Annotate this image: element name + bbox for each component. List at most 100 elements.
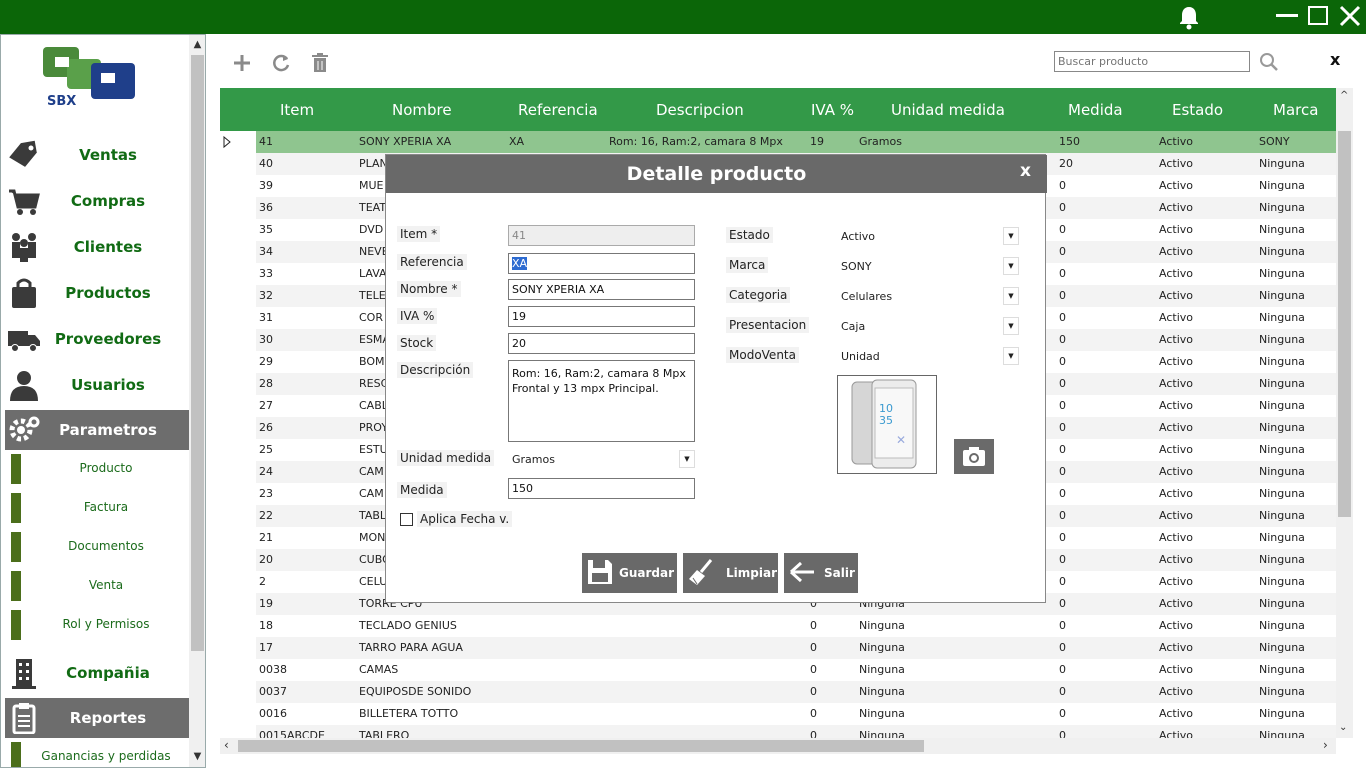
table-row[interactable]: 18 TECLADO GENIUS 0 Ninguna 0 Activo Ninguna	[220, 615, 1336, 637]
sidebar-item-reportes[interactable]: Reportes	[5, 698, 189, 738]
medida-field[interactable]: 150	[508, 478, 695, 499]
sidebar-item-clientes[interactable]: Clientes	[5, 227, 189, 267]
close-icon[interactable]	[1338, 4, 1362, 28]
chevron-down-icon[interactable]: ▼	[1003, 257, 1019, 275]
estado-select[interactable]: Activo ▼	[837, 225, 1019, 247]
column-header-unidad-medida[interactable]: Unidad medida	[891, 101, 1005, 119]
column-header-referencia[interactable]: Referencia	[518, 101, 598, 119]
column-header-nombre[interactable]: Nombre	[392, 101, 452, 119]
chevron-down-icon[interactable]: ▼	[1003, 227, 1019, 245]
row-header[interactable]	[220, 153, 256, 175]
row-header[interactable]	[220, 351, 256, 373]
descripcion-field[interactable]: Rom: 16, Ram:2, camara 8 Mpx Frontal y 1…	[508, 360, 695, 442]
row-header[interactable]	[220, 703, 256, 725]
column-header-iva[interactable]: IVA %	[811, 101, 854, 119]
row-header[interactable]	[220, 329, 256, 351]
minimize-icon[interactable]	[1276, 14, 1298, 17]
sidebar-subitem-rol-permisos[interactable]: Rol y Permisos	[11, 610, 189, 640]
chevron-down-icon[interactable]: ▼	[679, 450, 695, 468]
column-header-medida[interactable]: Medida	[1068, 101, 1123, 119]
categoria-select[interactable]: Celulares ▼	[837, 285, 1019, 307]
row-header[interactable]	[220, 681, 256, 703]
main-close-button[interactable]: x	[1330, 50, 1340, 69]
stock-field[interactable]: 20	[508, 333, 695, 354]
row-header[interactable]	[220, 197, 256, 219]
chevron-down-icon[interactable]: ▼	[1003, 317, 1019, 335]
sidebar-item-productos[interactable]: Productos	[5, 273, 189, 313]
row-header[interactable]	[220, 461, 256, 483]
row-header[interactable]	[220, 549, 256, 571]
table-row[interactable]: 17 TARRO PARA AGUA 0 Ninguna 0 Activo Ninguna	[220, 637, 1336, 659]
column-header-estado[interactable]: Estado	[1172, 101, 1223, 119]
search-icon[interactable]	[1259, 52, 1279, 72]
row-header[interactable]	[220, 219, 256, 241]
row-header[interactable]	[220, 131, 256, 153]
sidebar-item-compras[interactable]: Compras	[5, 181, 189, 221]
row-header[interactable]	[220, 659, 256, 681]
camera-button[interactable]	[954, 439, 994, 474]
row-header[interactable]	[220, 373, 256, 395]
sidebar-subitem-factura[interactable]: Factura	[11, 493, 189, 523]
table-row[interactable]: 41 SONY XPERIA XA XA Rom: 16, Ram:2, camara…	[220, 131, 1336, 153]
row-header[interactable]	[220, 263, 256, 285]
column-header-item[interactable]: Item	[280, 101, 314, 119]
grid-scroll-right-icon[interactable]: ›	[1323, 738, 1328, 752]
scroll-down-icon[interactable]: ▼	[189, 751, 205, 767]
row-header[interactable]	[220, 285, 256, 307]
row-header[interactable]	[220, 417, 256, 439]
iva-field[interactable]: 19	[508, 306, 695, 327]
row-header[interactable]	[220, 395, 256, 417]
row-header[interactable]	[220, 307, 256, 329]
search-input[interactable]	[1054, 51, 1250, 72]
sidebar-item-usuarios[interactable]: Usuarios	[5, 365, 189, 405]
sidebar-subitem-ganancias[interactable]: Ganancias y perdidas	[11, 742, 189, 767]
add-icon[interactable]	[231, 52, 253, 74]
column-header-descripcion[interactable]: Descripcion	[656, 101, 744, 119]
sidebar-item-parametros[interactable]: Parametros	[5, 410, 189, 450]
grid-scroll-left-icon[interactable]: ‹	[224, 738, 229, 752]
salir-button[interactable]: Salir	[784, 553, 858, 593]
grid-vertical-thumb[interactable]	[1338, 131, 1351, 517]
row-header[interactable]	[220, 615, 256, 637]
row-header[interactable]	[220, 527, 256, 549]
table-row[interactable]: 0037 EQUIPOSDE SONIDO 0 Ninguna 0 Activo Ningu…	[220, 681, 1336, 703]
bell-icon[interactable]	[1176, 4, 1202, 30]
chevron-down-icon[interactable]: ▼	[1003, 287, 1019, 305]
table-row[interactable]: 0015ABCDE TABLERO 0 Ninguna 0 Activo Ninguna	[220, 725, 1336, 738]
refresh-icon[interactable]	[270, 52, 292, 74]
table-row[interactable]: 0016 BILLETERA TOTTO 0 Ninguna 0 Activo Ningun…	[220, 703, 1336, 725]
column-header-marca[interactable]: Marca	[1273, 101, 1318, 119]
sidebar-item-proveedores[interactable]: Proveedores	[5, 319, 189, 359]
sidebar-subitem-documentos[interactable]: Documentos	[11, 532, 189, 562]
limpiar-button[interactable]: Limpiar	[683, 553, 778, 593]
row-header[interactable]	[220, 725, 256, 738]
unidad-medida-select[interactable]: Gramos ▼	[508, 448, 695, 470]
modoventa-select[interactable]: Unidad ▼	[837, 345, 1019, 367]
chevron-down-icon[interactable]: ▼	[1003, 347, 1019, 365]
row-header[interactable]	[220, 571, 256, 593]
maximize-icon[interactable]	[1308, 6, 1328, 25]
row-header[interactable]	[220, 593, 256, 615]
item-field[interactable]: 41	[508, 225, 695, 246]
referencia-field[interactable]: XA	[508, 253, 695, 274]
grid-horizontal-thumb[interactable]	[238, 740, 924, 752]
presentacion-select[interactable]: Caja ▼	[837, 315, 1019, 337]
grid-scroll-down-icon[interactable]: ⌄	[1339, 722, 1347, 733]
table-row[interactable]: 0038 CAMAS 0 Ninguna 0 Activo Ninguna	[220, 659, 1336, 681]
sidebar-scroll-thumb[interactable]	[191, 55, 204, 651]
sidebar-item-compania[interactable]: Compañia	[5, 653, 189, 693]
guardar-button[interactable]: Guardar	[582, 553, 677, 593]
delete-icon[interactable]	[309, 52, 331, 74]
row-header[interactable]	[220, 505, 256, 527]
nombre-field[interactable]: SONY XPERIA XA	[508, 279, 695, 300]
sidebar-subitem-venta[interactable]: Venta	[11, 571, 189, 601]
marca-select[interactable]: SONY ▼	[837, 255, 1019, 277]
sidebar-item-ventas[interactable]: Ventas	[5, 135, 189, 175]
row-header[interactable]	[220, 175, 256, 197]
row-header[interactable]	[220, 483, 256, 505]
row-header[interactable]	[220, 439, 256, 461]
scroll-up-icon[interactable]: ▲	[189, 39, 205, 55]
row-header[interactable]	[220, 241, 256, 263]
row-header[interactable]	[220, 637, 256, 659]
dialog-close-button[interactable]: x	[1020, 161, 1031, 181]
